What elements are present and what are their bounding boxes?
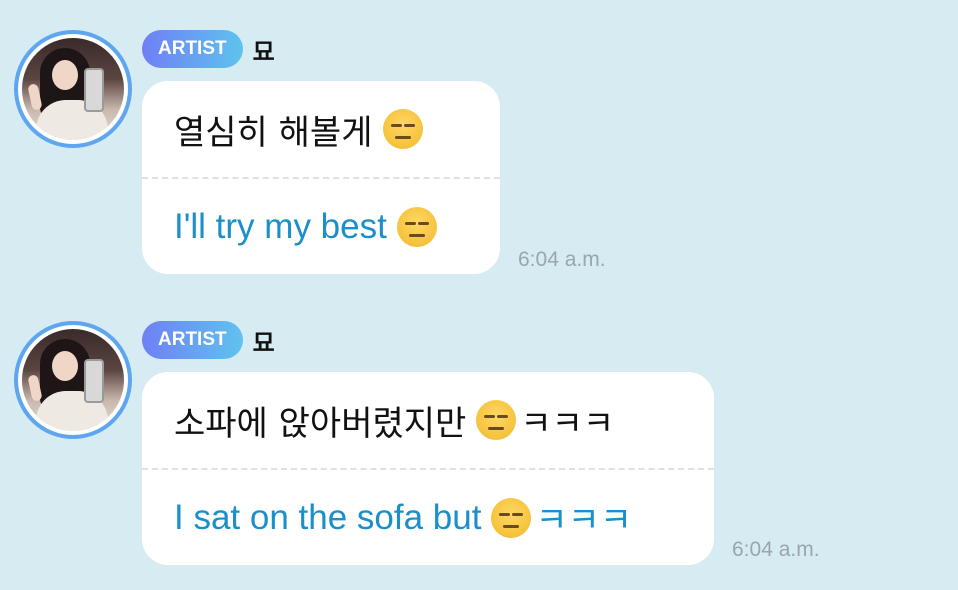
avatar-photo <box>22 329 124 431</box>
laugh-text: ㅋㅋㅋ <box>520 403 615 444</box>
sender-name[interactable]: 묘 <box>253 32 275 67</box>
message-header: ARTIST 묘 <box>142 321 275 359</box>
translation-text-row: I'll try my best <box>142 179 500 274</box>
expressionless-face-icon <box>396 206 437 247</box>
artist-badge: ARTIST <box>142 30 243 68</box>
expressionless-face-icon <box>382 109 423 149</box>
laugh-text: ㅋㅋㅋ <box>535 501 633 540</box>
message-bubble[interactable]: 소파에 앉아버렸지만 ㅋㅋㅋ I sat on the sofa but ㅋㅋㅋ <box>142 372 714 565</box>
sender-name[interactable]: 묘 <box>253 323 275 358</box>
artist-avatar[interactable] <box>14 321 132 439</box>
avatar-photo <box>22 38 124 140</box>
message-header: ARTIST 묘 <box>142 30 275 68</box>
expressionless-face-icon <box>491 497 532 538</box>
translation-text: I sat on the sofa but <box>174 497 482 537</box>
artist-badge: ARTIST <box>142 321 243 359</box>
message-timestamp: 6:04 a.m. <box>518 248 606 271</box>
artist-avatar[interactable] <box>14 30 132 148</box>
message-bubble[interactable]: 열심히 해볼게 I'll try my best <box>142 81 500 274</box>
expressionless-face-icon <box>476 400 517 440</box>
translation-text-row: I sat on the sofa but ㅋㅋㅋ <box>142 470 714 565</box>
original-text: 소파에 앉아버렸지만 <box>174 403 467 444</box>
original-text-row: 소파에 앉아버렸지만 ㅋㅋㅋ <box>142 372 714 468</box>
original-text: 열심히 해볼게 <box>174 112 373 153</box>
original-text-row: 열심히 해볼게 <box>142 81 500 177</box>
message-timestamp: 6:04 a.m. <box>732 538 820 561</box>
translation-text: I'll try my best <box>174 206 387 246</box>
